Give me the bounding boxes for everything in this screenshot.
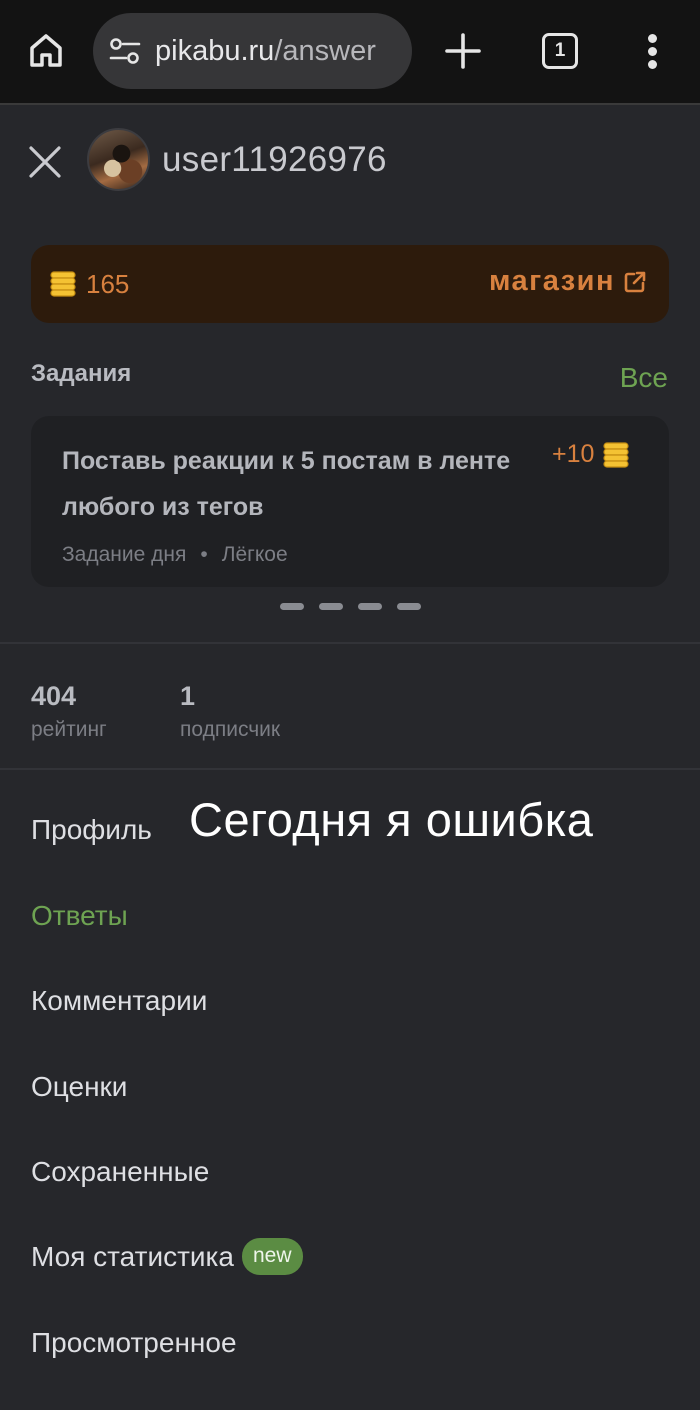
- pager-dot[interactable]: [358, 603, 382, 610]
- task-type: Задание дня: [62, 543, 187, 566]
- pager-dot[interactable]: [319, 603, 343, 610]
- menu-item-statistics[interactable]: Моя статистика new: [31, 1238, 303, 1276]
- shop-label: магазин: [488, 265, 615, 297]
- close-icon[interactable]: [27, 144, 63, 180]
- task-card[interactable]: Поставь реакции к 5 постам в ленте любог…: [31, 416, 669, 587]
- coin-count: 165: [86, 269, 130, 299]
- menu-item-label: Моя статистика: [31, 1241, 234, 1272]
- task-text: Поставь реакции к 5 постам в ленте любог…: [62, 447, 511, 521]
- site-settings-icon[interactable]: [109, 37, 141, 65]
- pager-dot[interactable]: [280, 603, 304, 610]
- menu-item-comments[interactable]: Комментарии: [31, 985, 207, 1017]
- external-link-icon: [624, 271, 646, 292]
- menu-item-viewed[interactable]: Просмотренное: [31, 1327, 237, 1359]
- coin-stack-icon: [603, 441, 630, 468]
- more-menu-icon[interactable]: [640, 32, 666, 72]
- url-path: /answer: [274, 35, 376, 67]
- rating-value: 404: [31, 681, 77, 711]
- pager-dot[interactable]: [397, 603, 421, 610]
- menu-item-profile[interactable]: Профиль: [31, 814, 152, 846]
- menu-item-ratings[interactable]: Оценки: [31, 1071, 127, 1103]
- tasks-title: Задания: [31, 360, 132, 387]
- divider: [0, 642, 700, 644]
- task-difficulty: Лёгкое: [221, 543, 288, 566]
- task-reward: +10: [552, 440, 630, 469]
- browser-toolbar: pikabu.ru/answer 1: [0, 0, 700, 105]
- task-pager-dots[interactable]: [280, 603, 421, 610]
- url-host: pikabu.ru: [155, 35, 275, 67]
- overlay-caption: Сегодня я ошибка: [189, 793, 594, 846]
- subscribers-label[interactable]: подписчик: [180, 718, 280, 742]
- divider: [0, 768, 700, 770]
- url-text: pikabu.ru/answer: [155, 33, 403, 69]
- coin-balance-card[interactable]: 165 магазин: [31, 245, 669, 323]
- task-reward-amount: +10: [552, 440, 595, 468]
- shop-link[interactable]: магазин: [489, 265, 647, 298]
- new-tab-icon[interactable]: [444, 32, 482, 70]
- menu-item-saved[interactable]: Сохраненные: [31, 1156, 209, 1188]
- subscribers-value[interactable]: 1: [180, 681, 195, 712]
- task-meta: Задание дня • Лёгкое: [62, 543, 288, 567]
- rating-label: рейтинг: [31, 718, 107, 741]
- menu-item-answers[interactable]: Ответы: [31, 900, 128, 932]
- tasks-all-link[interactable]: Все: [620, 362, 668, 394]
- new-badge: new: [242, 1238, 303, 1276]
- home-icon[interactable]: [26, 30, 66, 70]
- task-meta-separator: •: [200, 543, 208, 566]
- username[interactable]: user11926976: [162, 140, 387, 180]
- avatar[interactable]: [87, 128, 150, 191]
- address-bar[interactable]: pikabu.ru/answer: [93, 13, 412, 89]
- coin-stack-icon: [50, 271, 76, 297]
- tab-switcher-button[interactable]: 1: [542, 33, 578, 69]
